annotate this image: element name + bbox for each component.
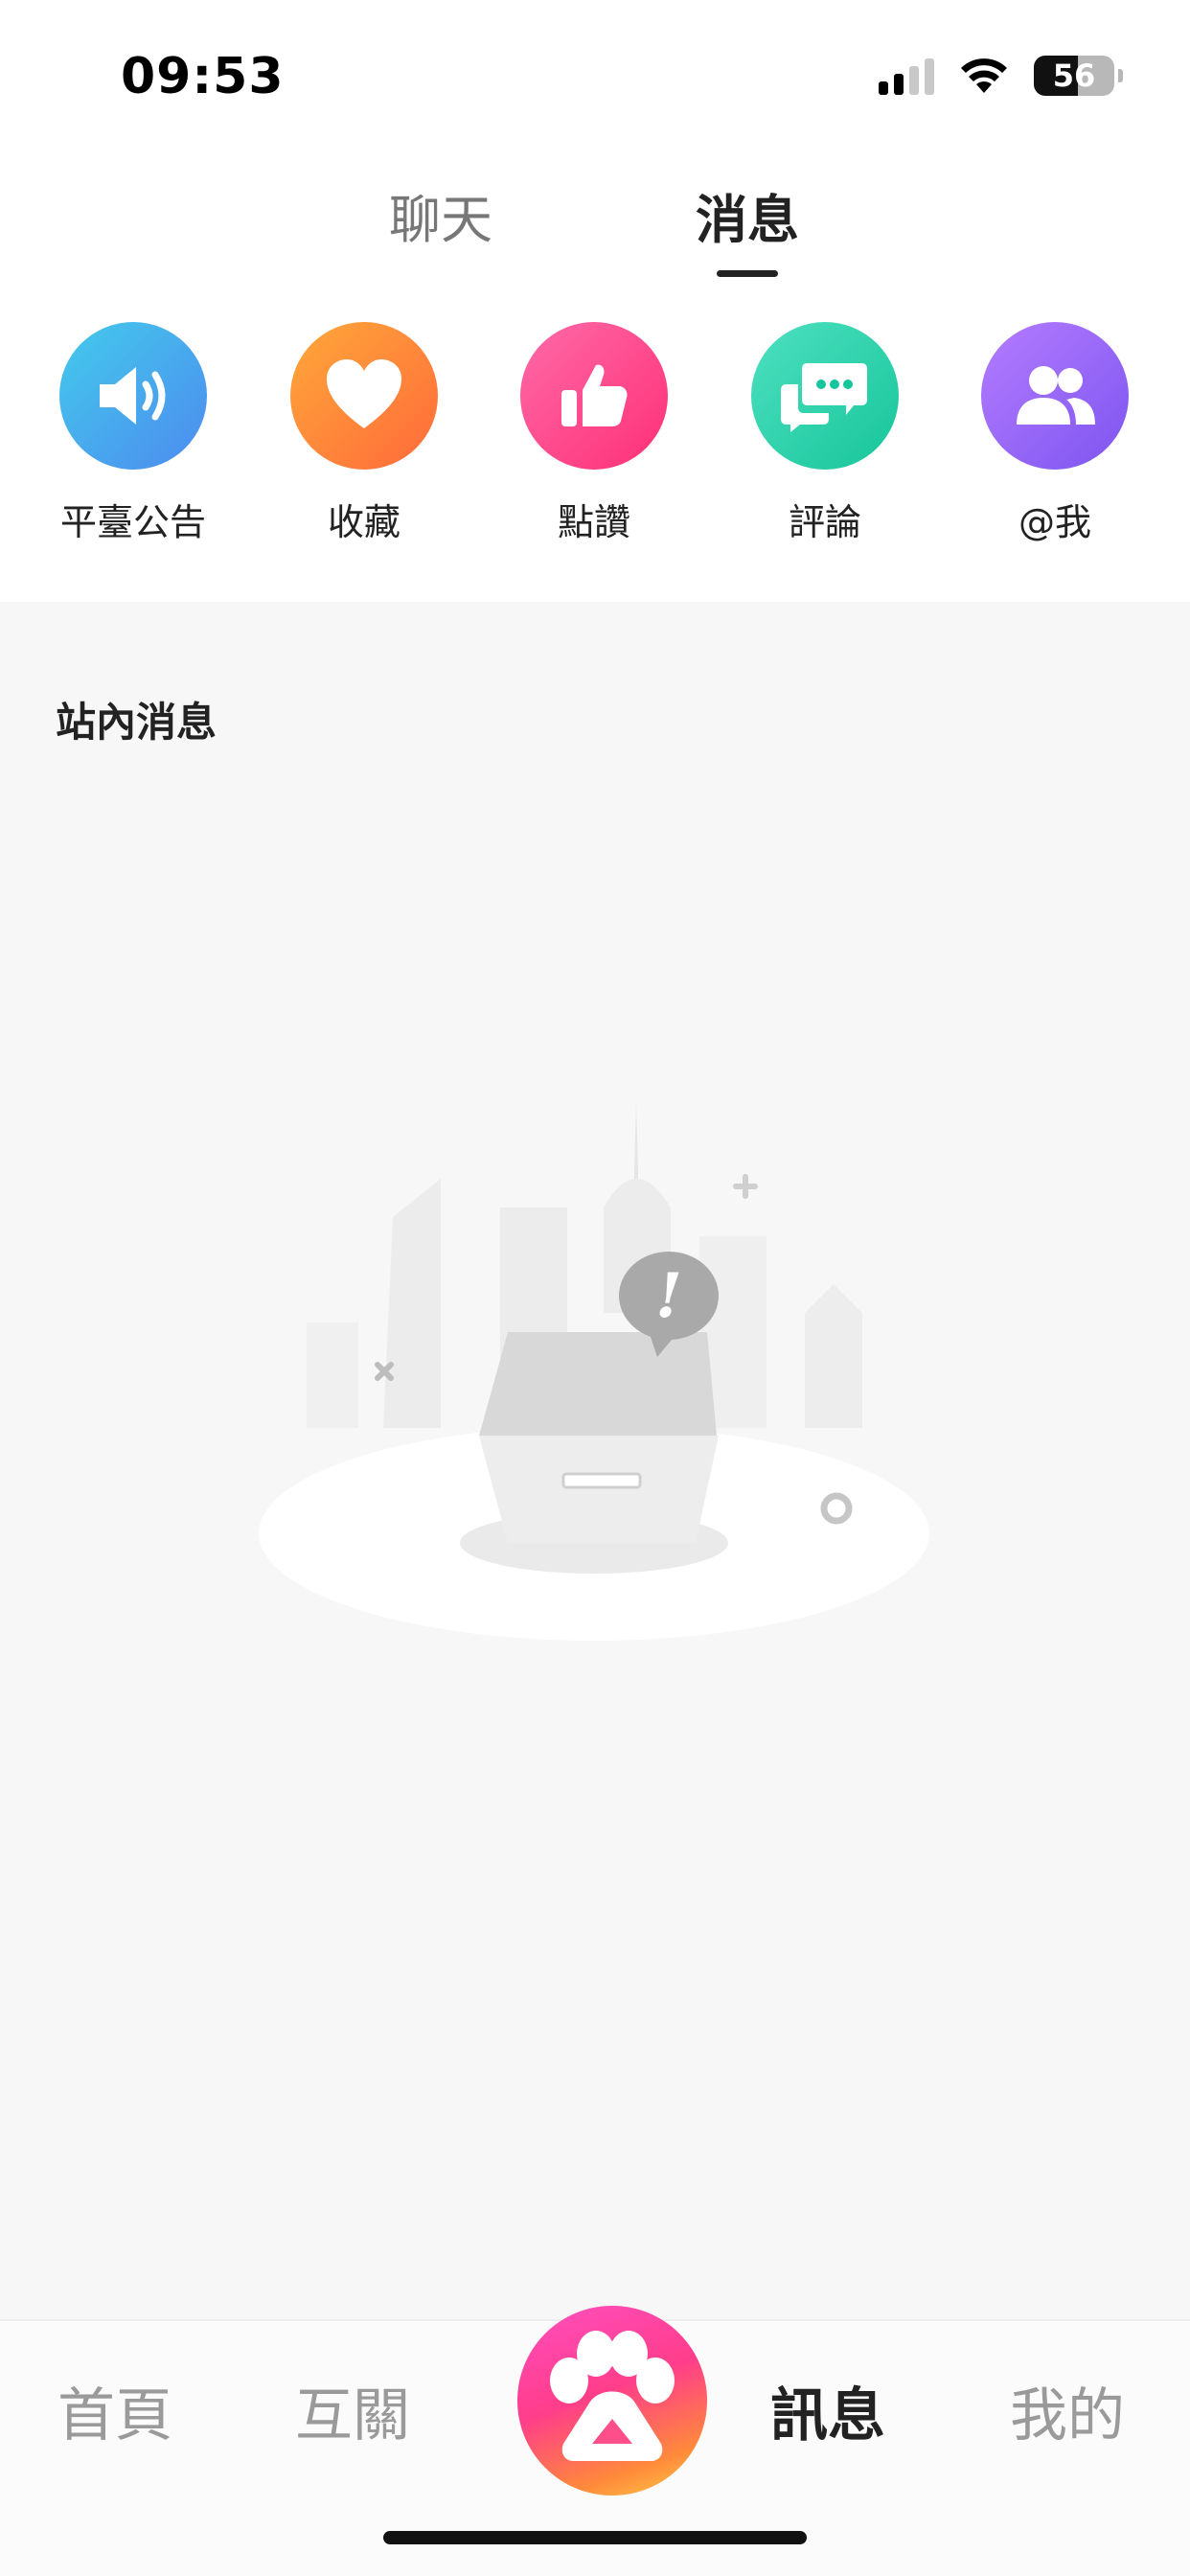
quick-actions: 平臺公告 收藏 點讚 評論 @我 bbox=[0, 322, 1190, 545]
wifi-icon bbox=[961, 58, 1007, 93]
home-indicator bbox=[383, 2531, 807, 2544]
battery-icon: 56 bbox=[1034, 56, 1114, 96]
top-tabs: 聊天 消息 bbox=[0, 177, 1190, 292]
tab-chat[interactable]: 聊天 bbox=[389, 177, 492, 253]
people-icon bbox=[981, 322, 1129, 470]
quick-likes[interactable]: 點讚 bbox=[498, 322, 690, 545]
status-indicators: 56 bbox=[879, 56, 1123, 96]
section-title: 站內消息 bbox=[56, 699, 217, 746]
paw-logo-icon bbox=[550, 2331, 675, 2461]
quick-label: 收藏 bbox=[327, 501, 400, 543]
nav-profile[interactable]: 我的 bbox=[1010, 2369, 1125, 2452]
svg-text:!: ! bbox=[655, 1260, 682, 1332]
nav-follows[interactable]: 互關 bbox=[295, 2369, 410, 2452]
tab-messages[interactable]: 消息 bbox=[696, 177, 799, 253]
quick-label: 平臺公告 bbox=[59, 501, 206, 543]
chat-bubbles-icon bbox=[751, 322, 899, 470]
battery-level: 56 bbox=[1052, 58, 1096, 94]
quick-label: 點讚 bbox=[557, 501, 630, 543]
center-action-button[interactable] bbox=[517, 2306, 707, 2496]
cellular-signal-icon bbox=[879, 57, 934, 95]
thumbs-up-icon bbox=[520, 322, 668, 470]
nav-messages[interactable]: 訊息 bbox=[770, 2369, 885, 2452]
quick-favorites[interactable]: 收藏 bbox=[268, 322, 460, 545]
quick-label: 評論 bbox=[788, 501, 861, 543]
quick-label: @我 bbox=[1018, 501, 1091, 543]
empty-state-illustration: ! bbox=[259, 1102, 929, 1641]
status-time: 09:53 bbox=[121, 48, 285, 105]
quick-announcements[interactable]: 平臺公告 bbox=[37, 322, 229, 545]
speaker-icon bbox=[59, 322, 207, 470]
active-tab-indicator bbox=[717, 270, 778, 277]
quick-mentions[interactable]: @我 bbox=[959, 322, 1151, 545]
battery-tip bbox=[1118, 69, 1123, 82]
nav-home[interactable]: 首頁 bbox=[57, 2369, 172, 2452]
quick-comments[interactable]: 評論 bbox=[729, 322, 921, 545]
heart-icon bbox=[290, 322, 438, 470]
